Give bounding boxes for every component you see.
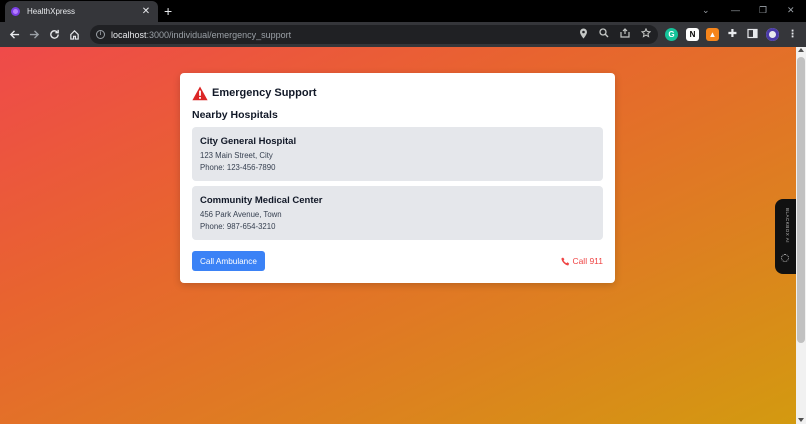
tab-healthxpress[interactable]: HealthXpress ✕ [5, 1, 158, 22]
section-title-nearby-hospitals: Nearby Hospitals [192, 109, 278, 121]
tab-close-button[interactable]: ✕ [140, 6, 152, 17]
omnibox-actions [577, 27, 652, 40]
scroll-down-icon[interactable] [798, 418, 804, 422]
extensions-puzzle-icon[interactable]: ✚ [726, 28, 739, 41]
location-icon[interactable] [577, 28, 589, 40]
phone-icon [561, 257, 570, 265]
hospital-name: City General Hospital [200, 136, 297, 147]
minimize-icon[interactable]: — [731, 4, 740, 16]
call-911-link[interactable]: Call 911 [561, 256, 603, 266]
reload-icon[interactable] [47, 27, 61, 41]
hospital-phone: Phone: 123-456-7890 [200, 163, 276, 172]
hospital-name: Community Medical Center [200, 195, 323, 206]
emergency-support-card: Emergency Support Nearby Hospitals City … [180, 73, 615, 283]
restore-icon[interactable]: ❐ [759, 4, 767, 16]
grammarly-extension-icon[interactable]: G [665, 28, 678, 41]
site-info-icon[interactable]: i [96, 30, 105, 39]
page-scrollbar[interactable] [796, 47, 806, 424]
profile-avatar[interactable] [766, 28, 779, 41]
address-bar[interactable]: i localhost:3000/individual/emergency_su… [90, 25, 658, 44]
call-911-label: Call 911 [572, 256, 603, 266]
warning-triangle-icon [192, 86, 208, 100]
bookmark-star-icon[interactable] [640, 27, 652, 40]
hospital-address: 123 Main Street, City [200, 151, 273, 160]
scroll-thumb[interactable] [797, 57, 805, 343]
hospital-phone: Phone: 987-654-3210 [200, 222, 276, 231]
new-tab-button[interactable]: + [164, 2, 172, 20]
tab-strip: HealthXpress ✕ + ⌄ — ❐ ✕ [0, 0, 806, 22]
page-title: Emergency Support [212, 87, 317, 99]
back-icon[interactable] [7, 27, 21, 41]
blackbox-ai-widget[interactable]: BLACKBOX AI [775, 199, 796, 274]
blackbox-logo-icon [781, 254, 789, 262]
favicon-icon [11, 7, 20, 16]
browser-toolbar: i localhost:3000/individual/emergency_su… [0, 22, 806, 47]
close-window-icon[interactable]: ✕ [787, 4, 795, 16]
tab-title: HealthXpress [27, 7, 76, 16]
share-icon[interactable] [619, 28, 631, 40]
page-viewport: Emergency Support Nearby Hospitals City … [0, 47, 796, 424]
hospital-address: 456 Park Avenue, Town [200, 210, 282, 219]
call-ambulance-button[interactable]: Call Ambulance [192, 251, 265, 271]
side-panel-icon[interactable] [746, 28, 759, 41]
forward-icon[interactable] [27, 27, 41, 41]
url-text: localhost:3000/individual/emergency_supp… [111, 29, 292, 40]
zoom-icon[interactable] [598, 28, 610, 40]
home-icon[interactable] [67, 27, 81, 41]
blackbox-ai-label: BLACKBOX AI [785, 208, 790, 244]
metamask-extension-icon[interactable]: ▲ [706, 28, 719, 41]
hospital-item: Community Medical Center 456 Park Avenue… [192, 186, 603, 240]
card-footer: Call Ambulance Call 911 [192, 251, 603, 271]
hospital-item: City General Hospital 123 Main Street, C… [192, 127, 603, 181]
notion-extension-icon[interactable]: N [686, 28, 699, 41]
menu-kebab-icon[interactable]: ⋮ [786, 28, 799, 41]
card-header: Emergency Support [192, 85, 603, 101]
scroll-up-icon[interactable] [798, 48, 804, 52]
chevron-down-icon[interactable]: ⌄ [702, 4, 710, 16]
